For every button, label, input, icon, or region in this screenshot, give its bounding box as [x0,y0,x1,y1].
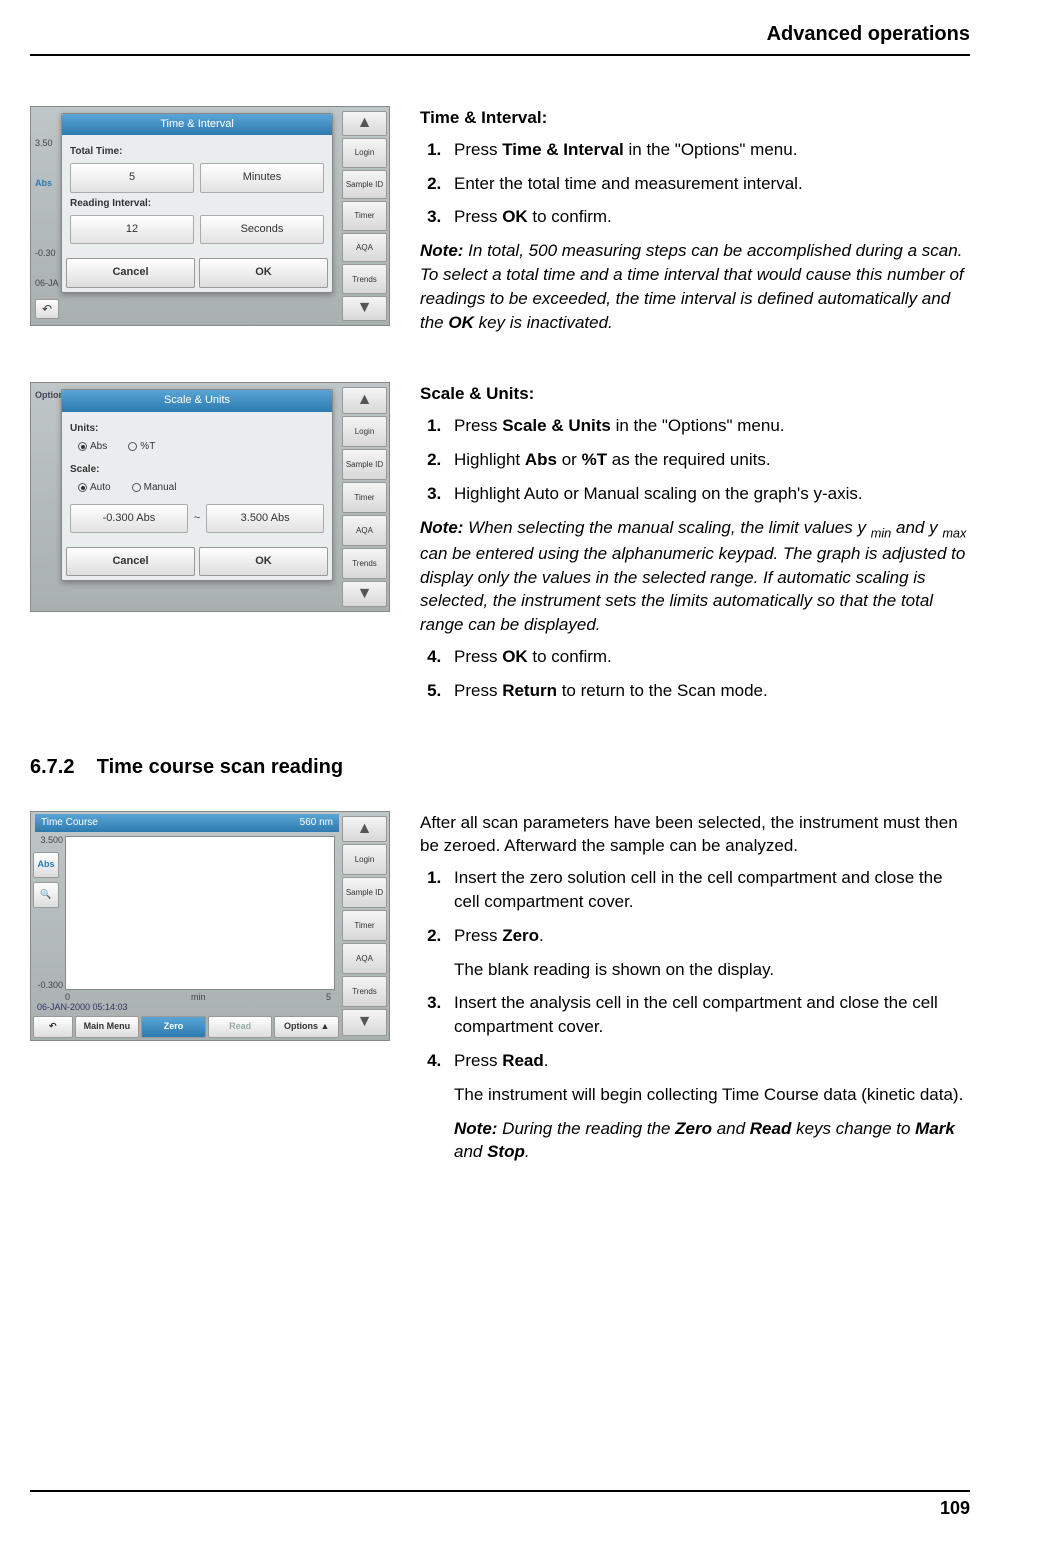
ok-button[interactable]: OK [199,258,328,287]
scroll-up-icon[interactable]: ▲ [342,111,387,136]
section-title: Time & Interval: [420,106,970,130]
step-result: The instrument will begin collecting Tim… [454,1083,970,1107]
sidebar-trends[interactable]: Trends [342,548,387,579]
scroll-up-icon[interactable]: ▲ [342,816,387,842]
section-title: Scale & Units: [420,382,970,406]
step: Enter the total time and measurement int… [446,172,970,196]
cancel-button[interactable]: Cancel [66,547,195,576]
units-label: Units: [70,422,324,436]
note: Note: When selecting the manual scaling,… [420,516,970,637]
tilde: ~ [194,511,200,526]
step: Insert the zero solution cell in the cel… [446,866,970,914]
interval-value[interactable]: 12 [70,215,194,244]
main-menu-button[interactable]: Main Menu [75,1016,140,1038]
page-header: Advanced operations [30,20,970,56]
scale-units-screenshot: Options Scale & Units Units: Abs %T Scal… [30,382,390,612]
scroll-up-icon[interactable]: ▲ [342,387,387,413]
sidebar-aqa[interactable]: AQA [342,515,387,546]
step: Press Time & Interval in the "Options" m… [446,138,970,162]
dialog-title: Time & Interval [62,114,332,135]
axis-label: 3.50 [35,137,53,150]
screen-title: Time Course [41,816,98,830]
zero-button[interactable]: Zero [141,1016,206,1038]
step: Press OK to confirm. [446,645,970,669]
step: Highlight Auto or Manual scaling on the … [446,482,970,506]
ok-button[interactable]: OK [199,547,328,576]
radio-manual[interactable]: Manual [132,481,177,495]
step: Insert the analysis cell in the cell com… [446,991,970,1039]
date-fragment: 06-JA [35,277,59,290]
timestamp: 06-JAN-2000 05:14:03 [37,1001,128,1014]
sidebar-timer[interactable]: Timer [342,201,387,231]
scroll-down-icon[interactable]: ▼ [342,296,387,321]
scale-label: Scale: [70,463,324,477]
back-icon[interactable]: ↶ [35,299,59,319]
sidebar-login[interactable]: Login [342,138,387,168]
back-icon[interactable]: ↶ [33,1016,73,1038]
scroll-down-icon[interactable]: ▼ [342,1009,387,1035]
total-time-unit[interactable]: Minutes [200,163,324,192]
interval-unit[interactable]: Seconds [200,215,324,244]
x-unit: min [191,991,206,1004]
total-time-label: Total Time: [70,145,324,159]
note: Note: During the reading the Zero and Re… [454,1117,970,1165]
wavelength: 560 nm [300,816,333,830]
step: Press Zero. The blank reading is shown o… [446,924,970,982]
y-max: 3.500 [40,834,63,847]
time-interval-screenshot: 3.50 Abs -0.30 06-JA ↶ Time & Interval T… [30,106,390,326]
y-min: -0.300 [37,979,63,992]
step: Press Return to return to the Scan mode. [446,679,970,703]
sidebar-aqa[interactable]: AQA [342,943,387,974]
page-number: 109 [30,1490,970,1521]
scale-low[interactable]: -0.300 Abs [70,504,188,533]
options-button[interactable]: Options ▲ [274,1016,339,1038]
sidebar-sample-id[interactable]: Sample ID [342,449,387,480]
note: Note: In total, 500 measuring steps can … [420,239,970,334]
time-course-screenshot: Time Course 560 nm Abs 🔍 3.500 -0.300 0 … [30,811,390,1041]
sidebar-login[interactable]: Login [342,844,387,875]
radio-auto[interactable]: Auto [78,481,111,495]
step-result: The blank reading is shown on the displa… [454,958,970,982]
step: Highlight Abs or %T as the required unit… [446,448,970,472]
scroll-down-icon[interactable]: ▼ [342,581,387,607]
sidebar-timer[interactable]: Timer [342,910,387,941]
axis-label: -0.30 [35,247,56,260]
sidebar-sample-id[interactable]: Sample ID [342,877,387,908]
scale-high[interactable]: 3.500 Abs [206,504,324,533]
step: Press OK to confirm. [446,205,970,229]
intro-text: After all scan parameters have been sele… [420,811,970,859]
sidebar-trends[interactable]: Trends [342,976,387,1007]
sidebar-aqa[interactable]: AQA [342,233,387,263]
radio-pt[interactable]: %T [128,440,155,454]
section-heading: 6.7.2 Time course scan reading [30,753,970,781]
x-max: 5 [326,991,331,1004]
cancel-button[interactable]: Cancel [66,258,195,287]
plot-area [65,836,335,990]
read-button[interactable]: Read [208,1016,273,1038]
sidebar-timer[interactable]: Timer [342,482,387,513]
radio-abs[interactable]: Abs [78,440,107,454]
total-time-value[interactable]: 5 [70,163,194,192]
axis-label: Abs [35,177,52,190]
dialog-title: Scale & Units [62,390,332,411]
sidebar-login[interactable]: Login [342,416,387,447]
sidebar-sample-id[interactable]: Sample ID [342,170,387,200]
reading-interval-label: Reading Interval: [70,197,324,211]
step: Press Scale & Units in the "Options" men… [446,414,970,438]
sidebar-trends[interactable]: Trends [342,264,387,294]
step: Press Read. The instrument will begin co… [446,1049,970,1164]
